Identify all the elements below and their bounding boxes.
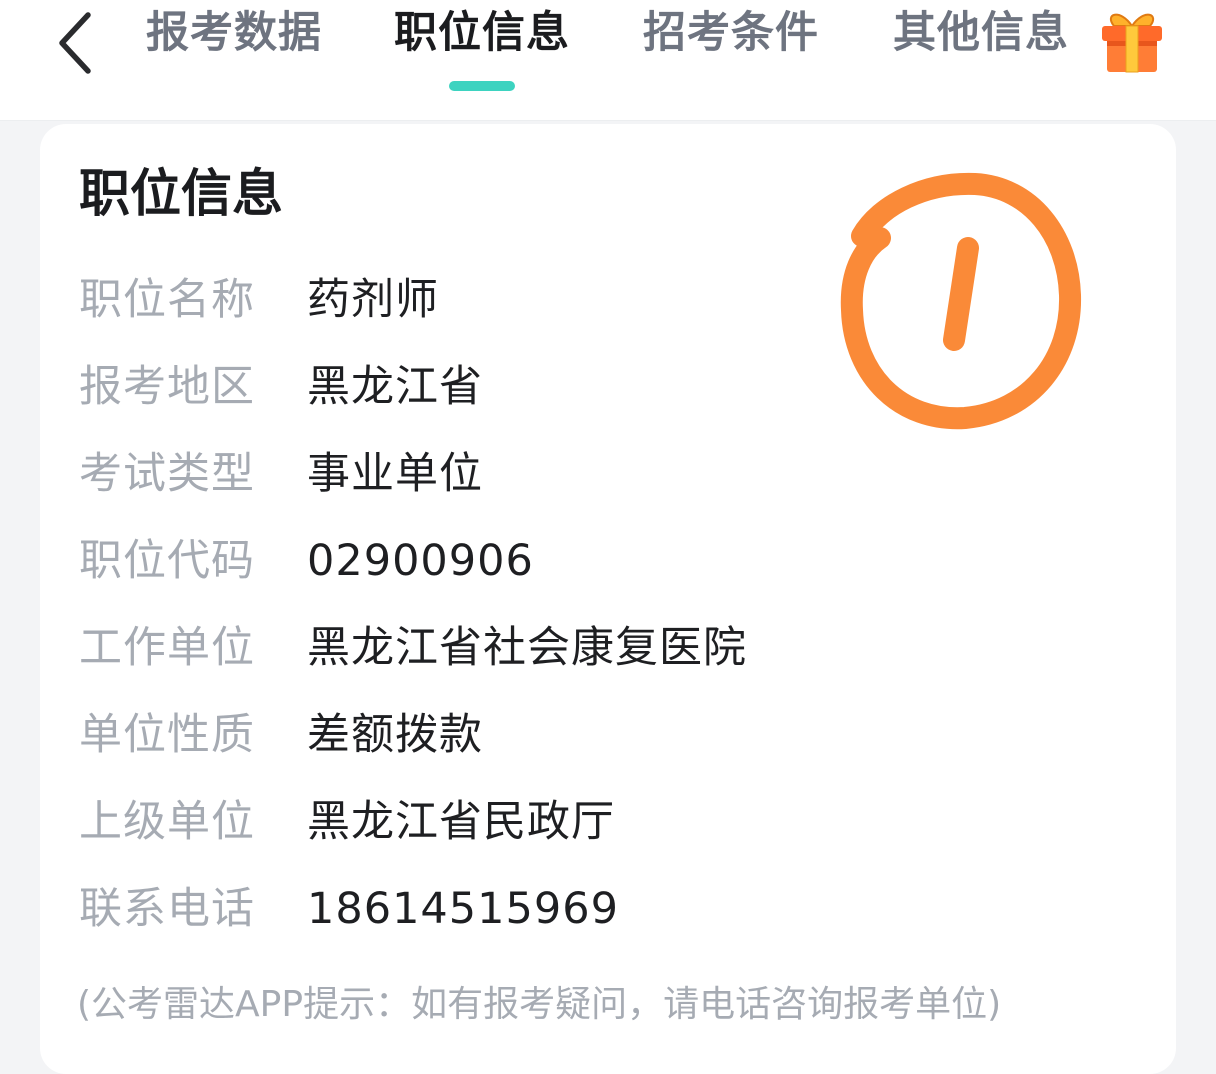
gift-icon bbox=[1102, 13, 1162, 73]
active-tab-indicator bbox=[449, 81, 515, 91]
tab-exam-conditions[interactable]: 招考条件 bbox=[643, 0, 819, 70]
info-row-exam-type: 考试类型 事业单位 bbox=[79, 444, 1079, 504]
row-label: 职位名称 bbox=[79, 275, 255, 325]
info-row-unit-nature: 单位性质 差额拨款 bbox=[79, 705, 1079, 765]
handwritten-number-annotation bbox=[840, 172, 1082, 430]
phone-number[interactable]: 18614515969 bbox=[307, 879, 619, 939]
row-value: 差额拨款 bbox=[307, 710, 483, 760]
info-row-position-code: 职位代码 02900906 bbox=[79, 531, 1079, 591]
section-title: 职位信息 bbox=[79, 165, 284, 224]
back-button[interactable] bbox=[50, 5, 104, 75]
gift-button[interactable] bbox=[1096, 4, 1168, 76]
info-row-phone: 联系电话 18614515969 bbox=[79, 879, 1079, 939]
info-row-employer: 工作单位 黑龙江省社会康复医院 bbox=[79, 618, 1079, 678]
row-value: 黑龙江省 bbox=[307, 362, 483, 412]
info-row-parent-unit: 上级单位 黑龙江省民政厅 bbox=[79, 792, 1079, 852]
chevron-left-icon bbox=[59, 12, 91, 74]
row-value: 黑龙江省民政厅 bbox=[307, 797, 615, 847]
row-value: 02900906 bbox=[307, 536, 534, 586]
row-label: 职位代码 bbox=[79, 536, 255, 586]
tab-other-info[interactable]: 其他信息 bbox=[893, 0, 1069, 70]
row-value: 药剂师 bbox=[307, 275, 439, 325]
row-label: 考试类型 bbox=[79, 449, 255, 499]
tab-report-data[interactable]: 报考数据 bbox=[146, 0, 322, 70]
app-tip-note: (公考雷达APP提示：如有报考疑问，请电话咨询报考单位) bbox=[77, 984, 1002, 1025]
row-label: 单位性质 bbox=[79, 710, 255, 760]
row-label: 联系电话 bbox=[79, 884, 255, 934]
top-nav-bar: 报考数据 职位信息 招考条件 其他信息 bbox=[0, 0, 1216, 121]
tab-position-info[interactable]: 职位信息 bbox=[394, 0, 570, 70]
row-label: 上级单位 bbox=[79, 797, 255, 847]
row-value: 事业单位 bbox=[307, 449, 483, 499]
row-value: 黑龙江省社会康复医院 bbox=[307, 623, 747, 673]
row-label: 报考地区 bbox=[79, 362, 255, 412]
row-label: 工作单位 bbox=[79, 623, 255, 673]
